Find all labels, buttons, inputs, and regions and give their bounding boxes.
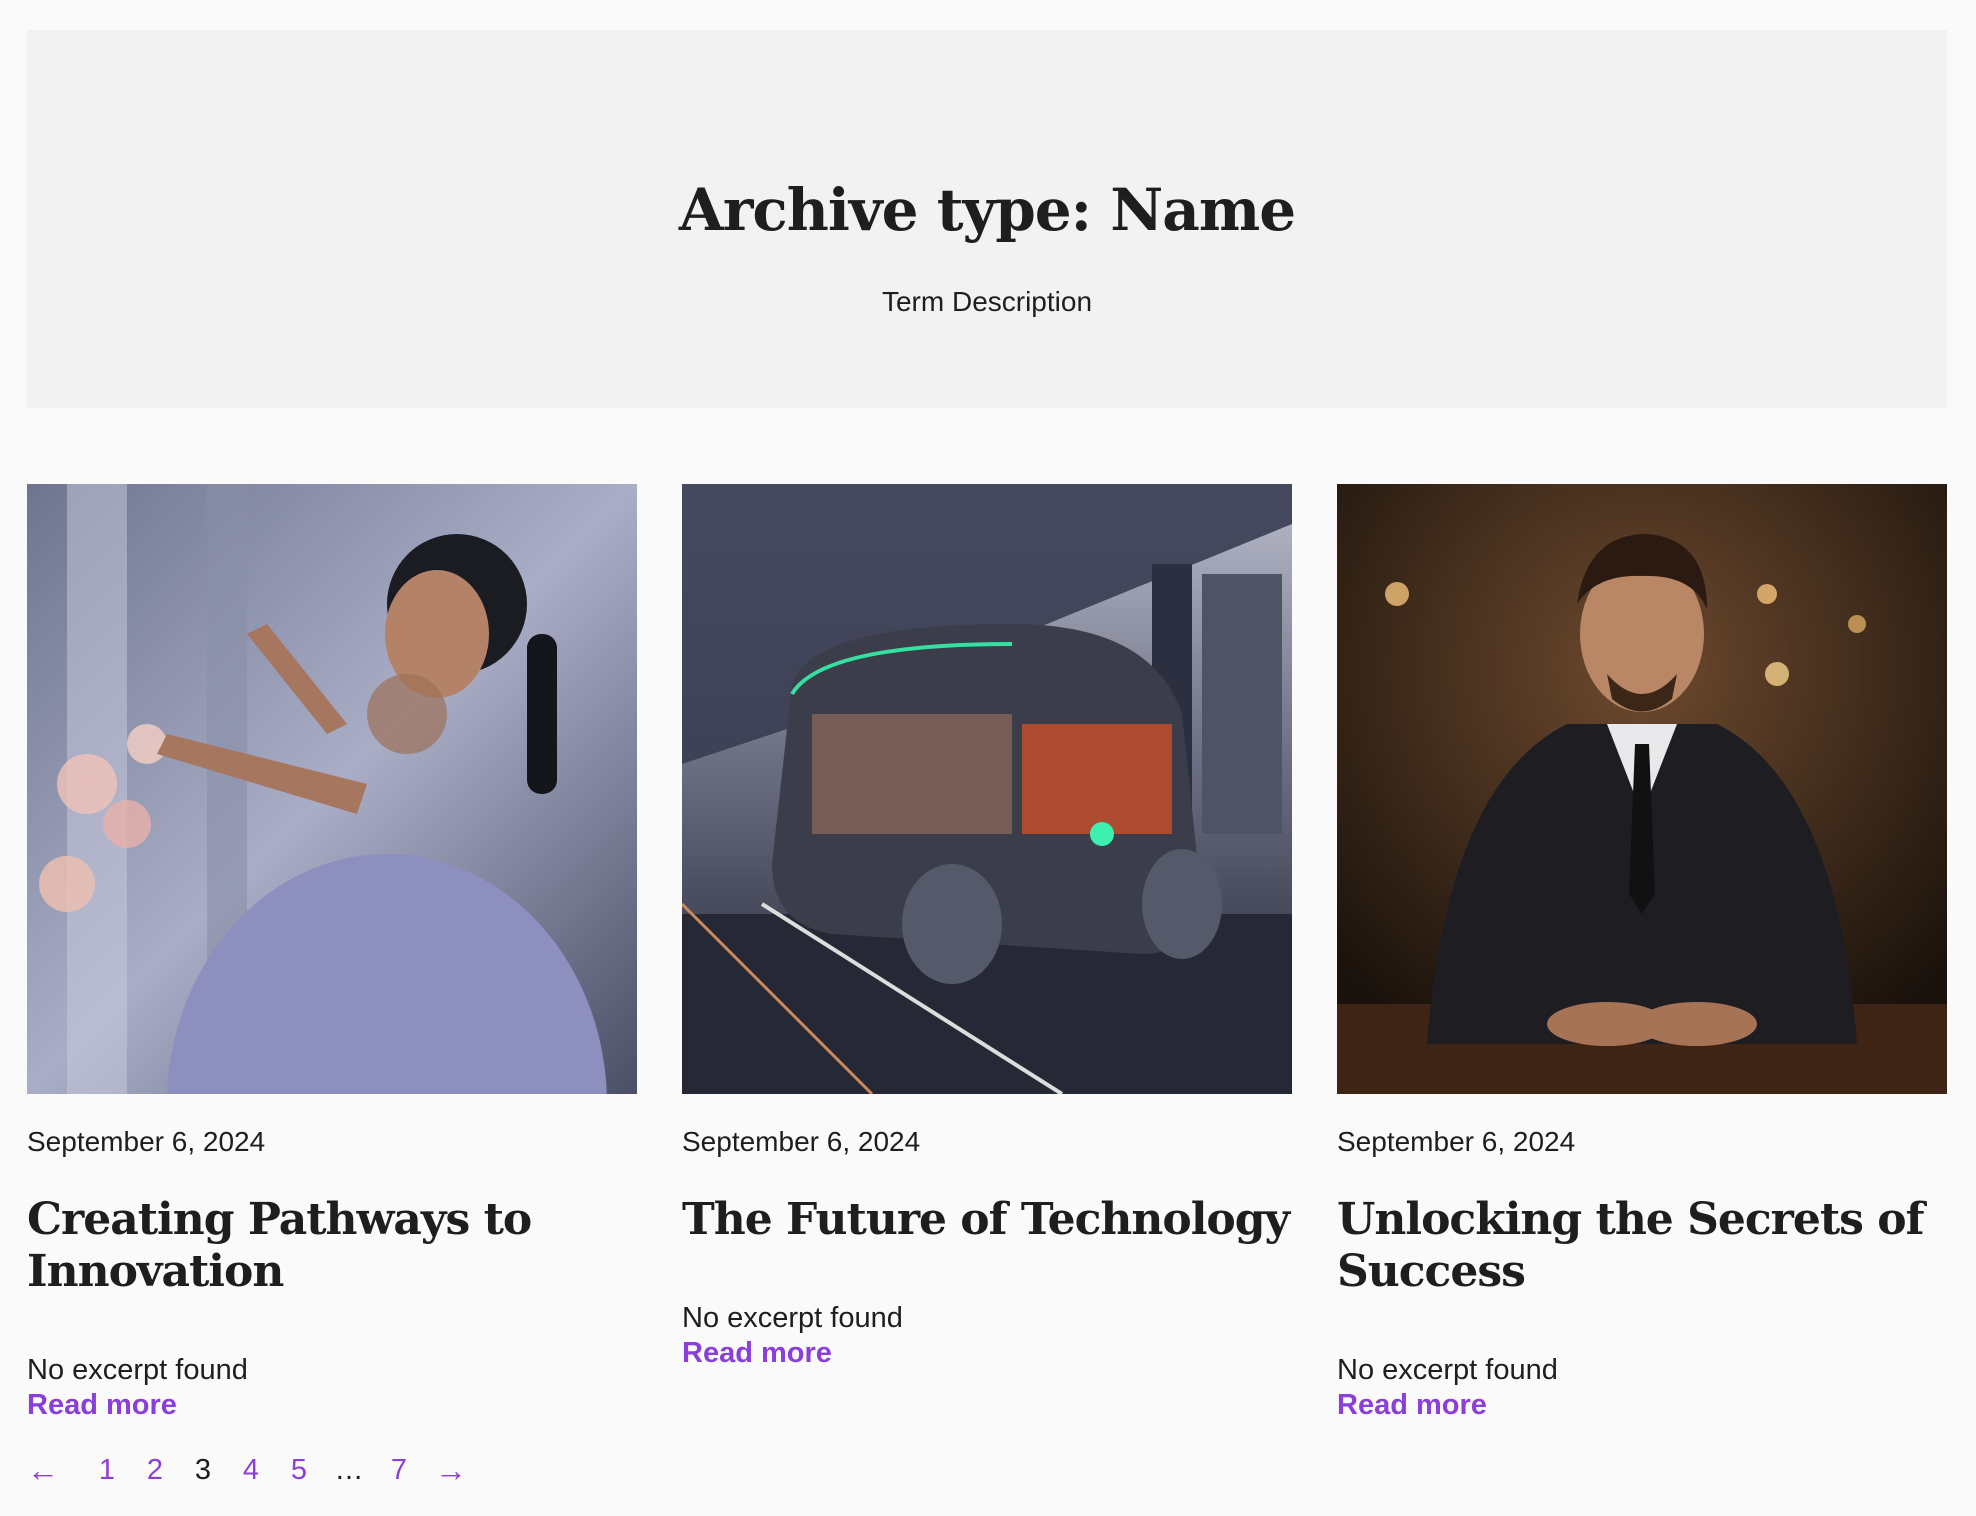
previous-page-arrow-icon[interactable]: ← (27, 1452, 83, 1489)
post-thumbnail-futuristic-tram[interactable] (682, 484, 1292, 1094)
read-more-link[interactable]: Read more (27, 1387, 177, 1423)
page-link-7[interactable]: 7 (375, 1454, 423, 1487)
post-date: September 6, 2024 (1337, 1126, 1576, 1157)
page-link-4[interactable]: 4 (227, 1454, 275, 1487)
page-link-2[interactable]: 2 (131, 1454, 179, 1487)
post-card: September 6, 2024 The Future of Technolo… (682, 484, 1292, 1369)
post-card: September 6, 2024 Creating Pathways to I… (27, 484, 637, 1421)
post-excerpt: No excerpt found (1337, 1354, 1558, 1386)
post-title[interactable]: The Future of Technology (682, 1194, 1302, 1246)
next-page-arrow-icon[interactable]: → (423, 1452, 479, 1489)
pagination: ← 1 2 3 4 5 … 7 → (27, 1452, 479, 1488)
post-excerpt: No excerpt found (27, 1354, 248, 1386)
post-card: September 6, 2024 Unlocking the Secrets … (1337, 484, 1947, 1421)
post-excerpt: No excerpt found (682, 1302, 903, 1334)
post-title[interactable]: Creating Pathways to Innovation (27, 1194, 647, 1298)
archive-header: Archive type: Name Term Description (27, 30, 1947, 408)
read-more-link[interactable]: Read more (682, 1335, 832, 1371)
archive-title: Archive type: Name (678, 176, 1296, 244)
pagination-ellipsis: … (334, 1453, 364, 1486)
page-link-1[interactable]: 1 (83, 1454, 131, 1487)
page-link-5[interactable]: 5 (275, 1454, 323, 1487)
archive-description: Term Description (881, 286, 1093, 317)
read-more-link[interactable]: Read more (1337, 1387, 1487, 1423)
post-image (27, 484, 637, 1094)
post-image (1337, 484, 1947, 1094)
post-thumbnail-children-in-hospital[interactable] (27, 484, 637, 1094)
post-title[interactable]: Unlocking the Secrets of Success (1337, 1194, 1957, 1298)
current-page: 3 (194, 1453, 212, 1486)
post-image (682, 484, 1292, 1094)
post-date: September 6, 2024 (27, 1126, 266, 1157)
post-thumbnail-man-in-suit[interactable] (1337, 484, 1947, 1094)
post-date: September 6, 2024 (682, 1126, 921, 1157)
